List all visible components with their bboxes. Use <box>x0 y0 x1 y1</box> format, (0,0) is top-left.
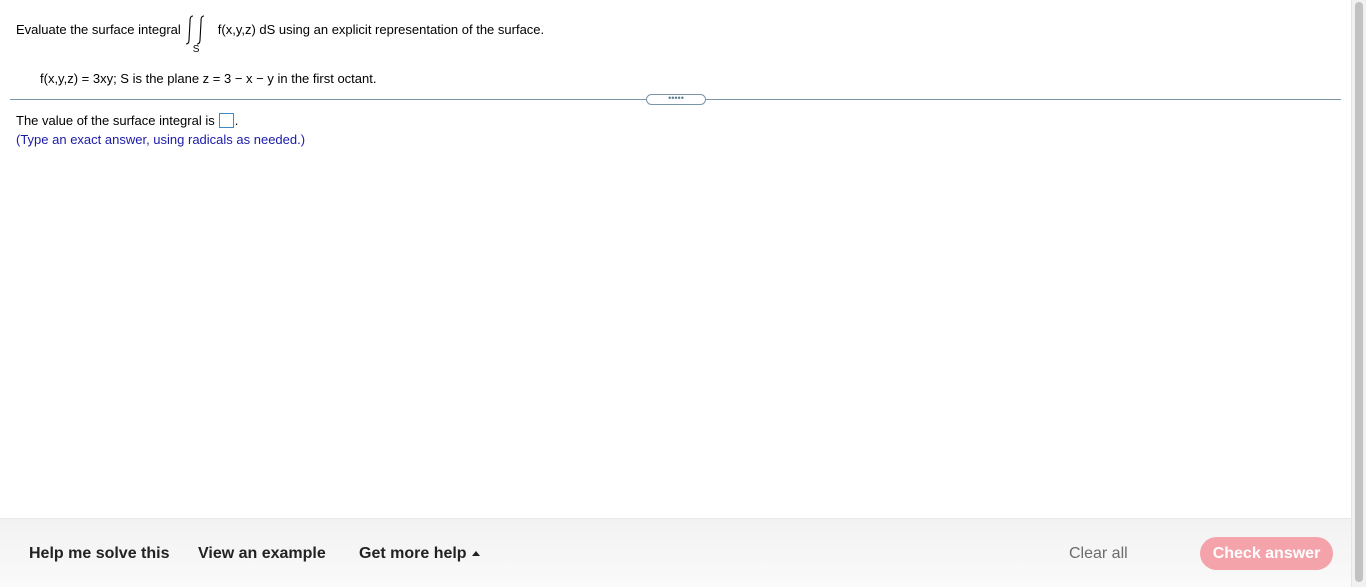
answer-hint: (Type an exact answer, using radicals as… <box>16 132 306 147</box>
answer-suffix: . <box>234 113 239 128</box>
get-more-help-label: Get more help <box>359 545 467 562</box>
page: Evaluate the surface integral S f(x,y,z)… <box>0 0 1366 587</box>
integrand-text: f(x,y,z) dS using an explicit representa… <box>217 22 545 37</box>
integral-subscript: S <box>192 44 200 55</box>
scrollbar-thumb[interactable] <box>1355 2 1363 582</box>
answer-prompt: The value of the surface integral is <box>16 113 215 128</box>
double-integral-symbol: S <box>184 14 214 58</box>
divider-resize-handle[interactable]: ••••• <box>646 94 706 105</box>
help-me-solve-button[interactable]: Help me solve this <box>29 545 170 563</box>
answer-input[interactable] <box>218 113 234 128</box>
footer-toolbar: Help me solve this View an example Get m… <box>0 518 1351 587</box>
check-answer-button[interactable]: Check answer <box>1200 537 1333 570</box>
vertical-scrollbar[interactable] <box>1351 0 1366 587</box>
clear-all-button[interactable]: Clear all <box>1069 545 1128 563</box>
given-function-text: f(x,y,z) = 3xy; S is the plane z = 3 − x… <box>40 71 377 86</box>
answer-line: The value of the surface integral is . <box>16 112 238 129</box>
question-statement: Evaluate the surface integral S f(x,y,z)… <box>16 14 544 58</box>
view-example-button[interactable]: View an example <box>198 545 326 563</box>
question-intro: Evaluate the surface integral <box>16 22 181 37</box>
double-integral-icon <box>185 15 204 45</box>
caret-up-icon <box>471 551 480 556</box>
get-more-help-button[interactable]: Get more help <box>359 545 480 563</box>
question-panel: Evaluate the surface integral S f(x,y,z)… <box>0 0 1351 518</box>
